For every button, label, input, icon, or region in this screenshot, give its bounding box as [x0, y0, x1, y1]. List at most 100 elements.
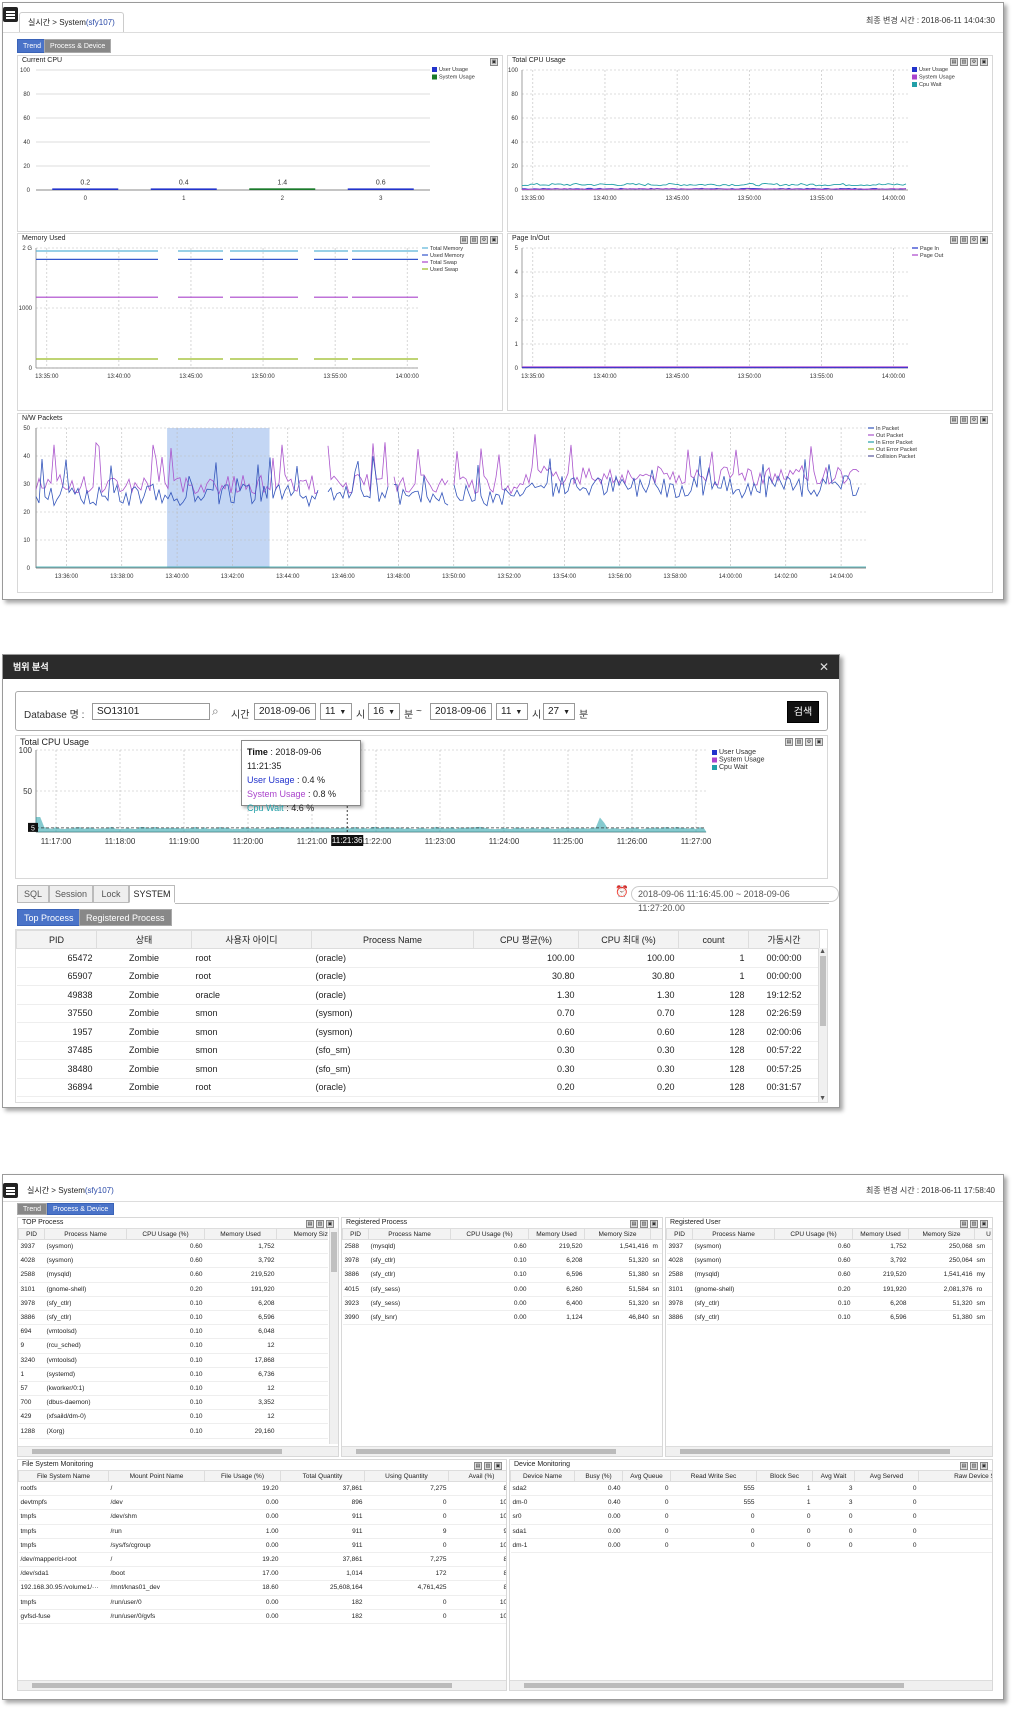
table-row[interactable]: 1288(Xorg)0.1029,1602 [18, 1423, 328, 1439]
menu-icon[interactable] [3, 7, 18, 22]
chart-icon[interactable]: ▤ [950, 58, 958, 66]
column-header[interactable]: Mount Point Name [108, 1470, 205, 1482]
tab-trend[interactable]: Trend [17, 39, 48, 53]
table-row[interactable]: 37550 Zombie smon (sysmon) 0.70 0.70 128 02:26:… [16, 1004, 820, 1023]
table-row[interactable]: 192.168.30.95:/volume1/···/mnt/knas01_de… [18, 1580, 506, 1596]
column-header[interactable]: PID [342, 1228, 369, 1240]
column-header[interactable]: Device Name [510, 1470, 575, 1482]
column-header[interactable]: Raw Device S [918, 1470, 992, 1482]
table-row[interactable]: 2588 (mysqld) 0.60 219,520 1,541,416 m [342, 1239, 662, 1255]
column-header[interactable]: Process Name [368, 1228, 451, 1240]
close-icon[interactable]: ✕ [819, 655, 829, 679]
tab-process-device[interactable]: Process & Device [44, 39, 112, 53]
table-row[interactable]: 1957 Zombie smon (sysmon) 0.60 0.60 128 02:00:0… [16, 1022, 820, 1042]
horizontal-scrollbar[interactable] [510, 1680, 992, 1690]
table-row[interactable]: tmpfs/dev/shm0.009110100. [18, 1509, 506, 1525]
scroll-down-icon[interactable]: ▼ [819, 1095, 826, 1102]
page-tab[interactable]: 실시간 > System(sfy107) [19, 12, 124, 32]
column-header[interactable]: Avg Served [854, 1470, 919, 1482]
column-header[interactable]: Memory Size [584, 1228, 651, 1240]
chart-icon[interactable]: ▥ [795, 738, 803, 746]
expand-icon[interactable]: ▣ [980, 236, 988, 244]
column-header[interactable]: Avg Wait [812, 1470, 855, 1482]
column-header[interactable]: Total Quantity [280, 1470, 365, 1482]
table-row[interactable]: rootfs/19.2037,8617,27580. [18, 1481, 506, 1497]
table-row[interactable]: tmpfs/sys/fs/cgroup0.009110100. [18, 1538, 506, 1553]
chart-icon[interactable]: ▥ [960, 58, 968, 66]
chart-icon[interactable]: ▤ [306, 1220, 314, 1228]
table-row[interactable]: 9 (rcu_sched) 0.10 12 [18, 1338, 328, 1354]
horizontal-scrollbar[interactable] [18, 1446, 338, 1456]
min-from-select[interactable]: 16 ▼ [368, 703, 400, 720]
table-row[interactable]: 700 (dbus-daemon) 0.10 3,352 [18, 1395, 328, 1411]
date-from-input[interactable]: 2018-09-06 [254, 703, 316, 720]
table-row[interactable]: 2588(mysqld)0.60219,5201,5 [18, 1267, 328, 1283]
expand-icon[interactable]: ▣ [650, 1220, 658, 1228]
expand-icon[interactable]: ▣ [326, 1220, 334, 1228]
column-header[interactable]: Memory Used [204, 1228, 277, 1240]
hour-to-select[interactable]: 11 ▼ [496, 703, 528, 720]
chart-icon[interactable]: ▤ [960, 1462, 968, 1470]
table-row[interactable]: 694(vmtoolsd)0.106,0482 [18, 1324, 328, 1340]
column-header[interactable]: Using Quantity [364, 1470, 449, 1482]
chart-icon[interactable]: ▥ [970, 1462, 978, 1470]
column-header[interactable] [650, 1228, 662, 1240]
expand-icon[interactable]: ▣ [980, 1220, 988, 1228]
expand-icon[interactable]: ▣ [980, 1462, 988, 1470]
table-row[interactable]: 65907 Zombie root (oracle) 30.80 30.80 1 00:00:… [16, 967, 820, 986]
column-header[interactable]: Busy (%) [574, 1470, 623, 1482]
gear-icon[interactable]: ⚙ [970, 416, 978, 424]
chart-icon[interactable]: ▥ [960, 416, 968, 424]
table-row[interactable]: tmpfs/run1.00911999. [18, 1524, 506, 1539]
table-row[interactable]: 3886 (sfy_ctlr) 0.10 6,596 51,380 sm [666, 1310, 992, 1326]
table-row[interactable]: gvfsd-fuse/run/user/0/gvfs0.001820100. [18, 1609, 506, 1624]
horizontal-scrollbar[interactable] [342, 1446, 662, 1456]
column-header[interactable]: 사용자 아이디 [191, 930, 312, 949]
column-header[interactable]: Process Name [692, 1228, 775, 1240]
gear-icon[interactable]: ⚙ [805, 738, 813, 746]
table-row[interactable]: sr0 0.00 0 0 0 0 0 [510, 1509, 992, 1525]
table-row[interactable]: 429 (xfsaild/dm-0) 0.10 12 [18, 1409, 328, 1425]
table-row[interactable]: 3937 (sysmon) 0.60 1,752 250,068 sm [666, 1239, 992, 1255]
search-icon[interactable]: ⌕ [212, 704, 219, 719]
column-header[interactable]: CPU 평균(%) [473, 930, 579, 949]
column-header[interactable]: Avail (%) [448, 1470, 506, 1482]
table-row[interactable]: 4028 (sysmon) 0.60 3,792 250,064 sm [666, 1253, 992, 1269]
column-header[interactable]: Memory Size [276, 1228, 328, 1240]
chart-icon[interactable]: ▥ [640, 1220, 648, 1228]
page-tab[interactable]: 실시간 > System(sfy107) [19, 1181, 122, 1201]
table-row[interactable]: 37485 Zombie smon (sfo_sm) 0.30 0.30 128 00:57:… [16, 1041, 820, 1060]
chart-icon[interactable]: ▥ [316, 1220, 324, 1228]
expand-icon[interactable]: ▣ [490, 58, 498, 66]
table-row[interactable]: 1(systemd)0.106,7361 [18, 1367, 328, 1382]
table-row[interactable]: 3923 (sfy_sess) 0.00 6,400 51,320 sn [342, 1296, 662, 1311]
table-row[interactable]: 3978 (sfy_ctlr) 0.10 6,208 51,320 sm [666, 1296, 992, 1311]
table-row[interactable]: 3978(sfy_ctlr)0.106,2085 [18, 1296, 328, 1311]
chart-icon[interactable]: ▤ [950, 416, 958, 424]
table-row[interactable]: /dev/mapper/cl-root/19.2037,8617,27580. [18, 1552, 506, 1568]
table-row[interactable]: 2588 (mysqld) 0.60 219,520 1,541,416 my [666, 1267, 992, 1283]
table-row[interactable]: tmpfs/run/user/00.001820100. [18, 1595, 506, 1610]
gear-icon[interactable]: ⚙ [970, 236, 978, 244]
chart-icon[interactable]: ▤ [960, 1220, 968, 1228]
column-header[interactable]: PID [18, 1228, 45, 1240]
column-header[interactable]: Read Write Sec [670, 1470, 757, 1482]
table-row[interactable]: 57 (kworker/0:1) 0.10 12 [18, 1381, 328, 1397]
tab-trend[interactable]: Trend [17, 1203, 48, 1215]
column-header[interactable]: CPU Usage (%) [774, 1228, 853, 1240]
tab-process-device[interactable]: Process & Device [47, 1203, 115, 1215]
gear-icon[interactable]: ⚙ [970, 58, 978, 66]
chart-icon[interactable]: ▥ [470, 236, 478, 244]
table-row[interactable]: 3101(gnome-shell)0.20191,9202,0 [18, 1282, 328, 1297]
expand-icon[interactable]: ▣ [980, 416, 988, 424]
menu-icon[interactable] [3, 1183, 18, 1198]
tab-system[interactable]: SYSTEM [129, 885, 175, 903]
table-row[interactable]: devtmpfs/dev0.008960100. [18, 1495, 506, 1511]
tab-top-process[interactable]: Top Process [17, 909, 81, 926]
table-row[interactable]: 3240(vmtoolsd)0.1017,8683 [18, 1353, 328, 1368]
search-button[interactable]: 검색 [787, 701, 819, 723]
table-scrollbar[interactable] [818, 948, 827, 1102]
chart-icon[interactable]: ▤ [460, 236, 468, 244]
column-header[interactable]: PID [16, 930, 97, 949]
column-header[interactable]: Process Name [311, 930, 474, 949]
